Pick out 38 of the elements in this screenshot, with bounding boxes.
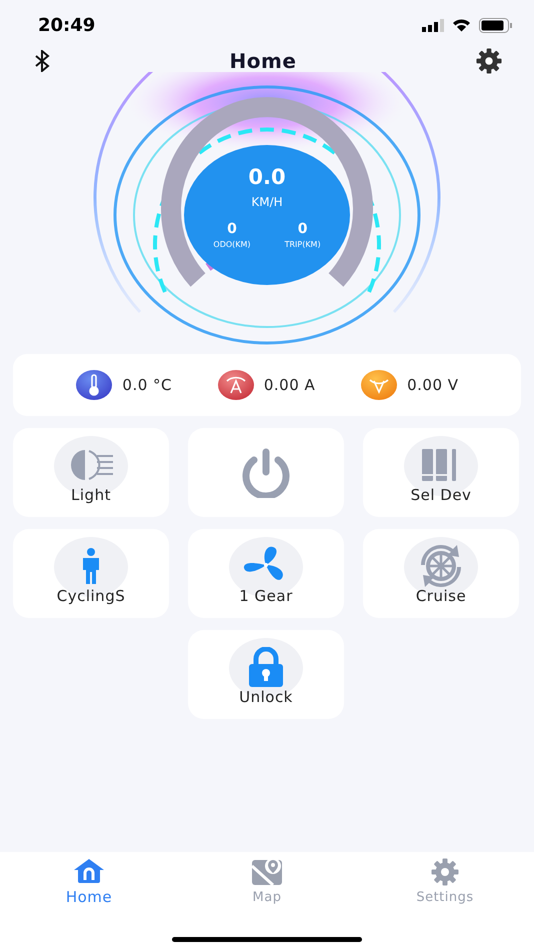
padlock-icon [247, 646, 285, 686]
sensor-reading: 0.00 V [407, 376, 459, 394]
odo-label: ODO(KM) [213, 240, 251, 249]
tile-label: Sel Dev [410, 486, 472, 504]
tab-item[interactable]: Home [29, 858, 149, 906]
thermometer-icon [75, 369, 114, 401]
page-title: Home [230, 49, 296, 73]
map-icon[interactable] [251, 858, 283, 886]
tile-label: Unlock [239, 688, 293, 706]
speed-unit: KM/H [251, 195, 283, 209]
control-tile[interactable]: Sel Dev [363, 428, 519, 517]
control-tile[interactable]: CyclingS [13, 529, 169, 618]
tile-label: 1 Gear [239, 586, 293, 604]
tile-label: Light [71, 486, 111, 504]
speed-value: 0.0 [248, 165, 286, 189]
volt-icon [360, 369, 398, 401]
control-tile[interactable] [188, 428, 344, 517]
settings-icon[interactable] [476, 48, 502, 74]
sensor-reading: 0.00 A [264, 376, 316, 394]
home-icon[interactable] [73, 858, 105, 884]
wifi-icon [452, 18, 471, 32]
control-tile[interactable]: Unlock [188, 630, 344, 719]
control-tile[interactable]: Cruise [363, 529, 519, 618]
bluetooth-icon[interactable] [34, 50, 50, 72]
gear-icon[interactable] [431, 858, 459, 886]
control-tile[interactable]: 1 Gear [188, 529, 344, 618]
odo-value: 0 [227, 221, 237, 237]
battery-icon [479, 18, 512, 32]
trip-label: TRIP(KM) [284, 240, 321, 249]
signal-icon [422, 18, 444, 32]
trip-value: 0 [298, 221, 308, 237]
control-tile[interactable]: Light [13, 428, 169, 517]
ampere-icon [216, 369, 255, 401]
status-time: 20:49 [38, 14, 96, 36]
person-icon [80, 548, 102, 584]
tile-label: Cruise [416, 586, 466, 604]
sensor-reading: 0.0 °C [122, 376, 172, 394]
tile-label: CyclingS [56, 586, 126, 604]
